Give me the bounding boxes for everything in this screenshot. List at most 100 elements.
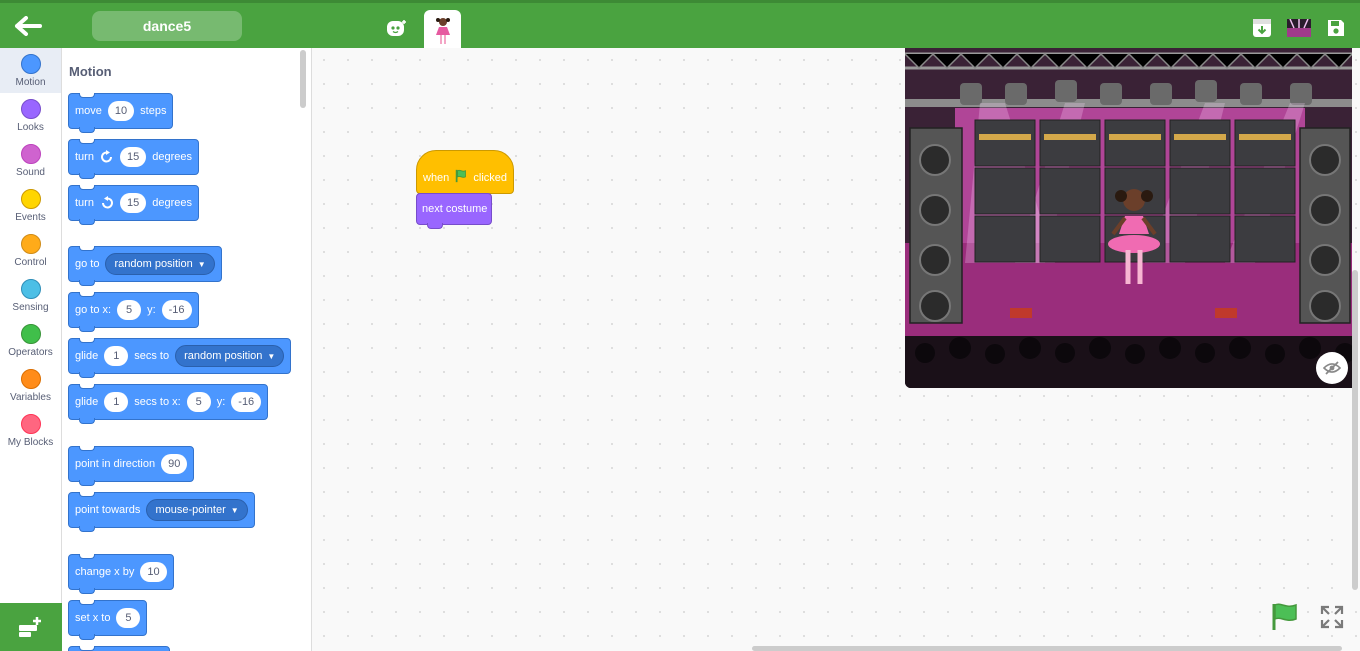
category-operators[interactable]: Operators xyxy=(0,318,61,363)
when-flag-clicked-block[interactable]: when clicked xyxy=(416,150,514,194)
block-go-to[interactable]: go to random position ▼ xyxy=(68,246,222,286)
category-variables[interactable]: Variables xyxy=(0,363,61,408)
block-point-towards[interactable]: point towards mouse-pointer ▼ xyxy=(68,492,255,532)
workspace-vertical-scrollbar[interactable] xyxy=(1352,270,1358,590)
block-text: y: xyxy=(216,396,226,408)
secs-input[interactable]: 1 xyxy=(104,392,129,412)
block-text: steps xyxy=(140,105,167,117)
block-text: y: xyxy=(147,304,156,316)
block-glide-to[interactable]: glide 1 secs to random position ▼ xyxy=(68,338,292,378)
category-label: Variables xyxy=(10,391,51,403)
dx-input[interactable]: 10 xyxy=(140,562,167,582)
target-dropdown[interactable]: random position ▼ xyxy=(175,345,285,367)
category-label: Sensing xyxy=(12,301,49,313)
target-dropdown[interactable]: random position ▼ xyxy=(105,253,215,275)
block-text: go to x: xyxy=(75,304,112,316)
steps-input[interactable]: 10 xyxy=(107,101,135,121)
block-palette: Motion move 10 steps turn 15 degrees tur… xyxy=(62,48,312,651)
category-looks[interactable]: Looks xyxy=(0,93,61,138)
category-menu: Motion Looks Sound Events Control Sensin… xyxy=(0,48,62,603)
palette-heading: Motion xyxy=(69,64,112,79)
block-glide-xy[interactable]: glide 1 secs to x: 5 y: -16 xyxy=(68,384,269,424)
menu-bar: dance5 xyxy=(0,0,1360,51)
category-control[interactable]: Control xyxy=(0,228,61,273)
green-flag-icon xyxy=(1272,603,1297,630)
rotate-counterclockwise-icon xyxy=(100,196,114,210)
x-input[interactable]: 5 xyxy=(186,392,211,412)
block-text: point in direction xyxy=(75,458,156,470)
block-text: degrees xyxy=(152,151,192,163)
block-set-x[interactable]: set x to 5 xyxy=(68,600,148,640)
workspace-horizontal-scrollbar[interactable] xyxy=(752,646,1342,651)
caret-down-icon: ▼ xyxy=(267,351,276,361)
my-blocks-dot-icon xyxy=(20,413,41,434)
degrees-input[interactable]: 15 xyxy=(119,193,147,213)
stage[interactable] xyxy=(905,48,1352,388)
block-turn-left[interactable]: turn 15 degrees xyxy=(68,185,199,225)
palette-scrollbar[interactable] xyxy=(300,50,306,108)
backdrop-button[interactable] xyxy=(1286,16,1312,40)
category-label: Motion xyxy=(15,76,46,88)
block-text: change x by xyxy=(75,566,135,578)
save-button[interactable] xyxy=(1324,16,1348,40)
category-my-blocks[interactable]: My Blocks xyxy=(0,408,61,453)
category-sensing[interactable]: Sensing xyxy=(0,273,61,318)
hide-stage-button[interactable] xyxy=(1316,352,1348,384)
looks-dot-icon xyxy=(20,98,41,119)
green-flag-icon xyxy=(456,169,467,183)
add-extension-button[interactable] xyxy=(0,603,62,651)
backdrop-icon xyxy=(1287,19,1311,37)
category-motion[interactable]: Motion xyxy=(0,48,61,93)
tab-sprite[interactable] xyxy=(424,10,461,51)
block-text: go to xyxy=(75,258,100,270)
block-text: glide xyxy=(75,396,99,408)
caret-down-icon: ▼ xyxy=(197,259,206,269)
block-text: next costume xyxy=(422,203,488,215)
download-button[interactable] xyxy=(1250,16,1274,40)
back-button[interactable] xyxy=(12,13,44,39)
category-label: Events xyxy=(15,211,46,223)
block-partial[interactable] xyxy=(68,646,170,651)
sensing-dot-icon xyxy=(20,278,41,299)
block-text: set x to xyxy=(75,612,111,624)
x-input[interactable]: 5 xyxy=(117,300,142,320)
add-extension-icon xyxy=(19,617,41,637)
rotate-clockwise-icon xyxy=(100,150,114,164)
y-input[interactable]: -16 xyxy=(231,392,262,412)
events-dot-icon xyxy=(20,188,41,209)
block-text: when xyxy=(423,172,450,184)
block-change-x[interactable]: change x by 10 xyxy=(68,554,174,594)
dropdown-value: random position xyxy=(114,258,193,270)
block-text: clicked xyxy=(473,172,507,184)
target-dropdown[interactable]: mouse-pointer ▼ xyxy=(146,499,248,521)
next-costume-block[interactable]: next costume xyxy=(416,193,492,229)
block-text: turn xyxy=(75,151,94,163)
block-text: glide xyxy=(75,350,99,362)
block-move-steps[interactable]: move 10 steps xyxy=(68,93,174,133)
direction-input[interactable]: 90 xyxy=(161,454,188,474)
block-text: turn xyxy=(75,197,94,209)
block-turn-right[interactable]: turn 15 degrees xyxy=(68,139,199,179)
tab-blocks[interactable] xyxy=(380,9,414,47)
category-events[interactable]: Events xyxy=(0,183,61,228)
fullscreen-button[interactable] xyxy=(1320,605,1344,629)
block-go-to-xy[interactable]: go to x: 5 y: -16 xyxy=(68,292,199,332)
x-input[interactable]: 5 xyxy=(116,608,141,628)
category-label: Control xyxy=(14,256,47,268)
variables-dot-icon xyxy=(20,368,41,389)
dropdown-value: mouse-pointer xyxy=(155,504,226,516)
green-flag-button[interactable] xyxy=(1270,602,1300,632)
y-input[interactable]: -16 xyxy=(161,300,192,320)
category-sound[interactable]: Sound xyxy=(0,138,61,183)
block-point-in-direction[interactable]: point in direction 90 xyxy=(68,446,195,486)
secs-input[interactable]: 1 xyxy=(104,346,129,366)
block-text: move xyxy=(75,105,102,117)
control-dot-icon xyxy=(20,233,41,254)
block-text: secs to x: xyxy=(134,396,181,408)
caret-down-icon: ▼ xyxy=(230,505,239,515)
block-text: secs to xyxy=(134,350,170,362)
project-title[interactable]: dance5 xyxy=(92,11,242,41)
degrees-input[interactable]: 15 xyxy=(119,147,147,167)
operators-dot-icon xyxy=(20,323,41,344)
block-text: point towards xyxy=(75,504,141,516)
